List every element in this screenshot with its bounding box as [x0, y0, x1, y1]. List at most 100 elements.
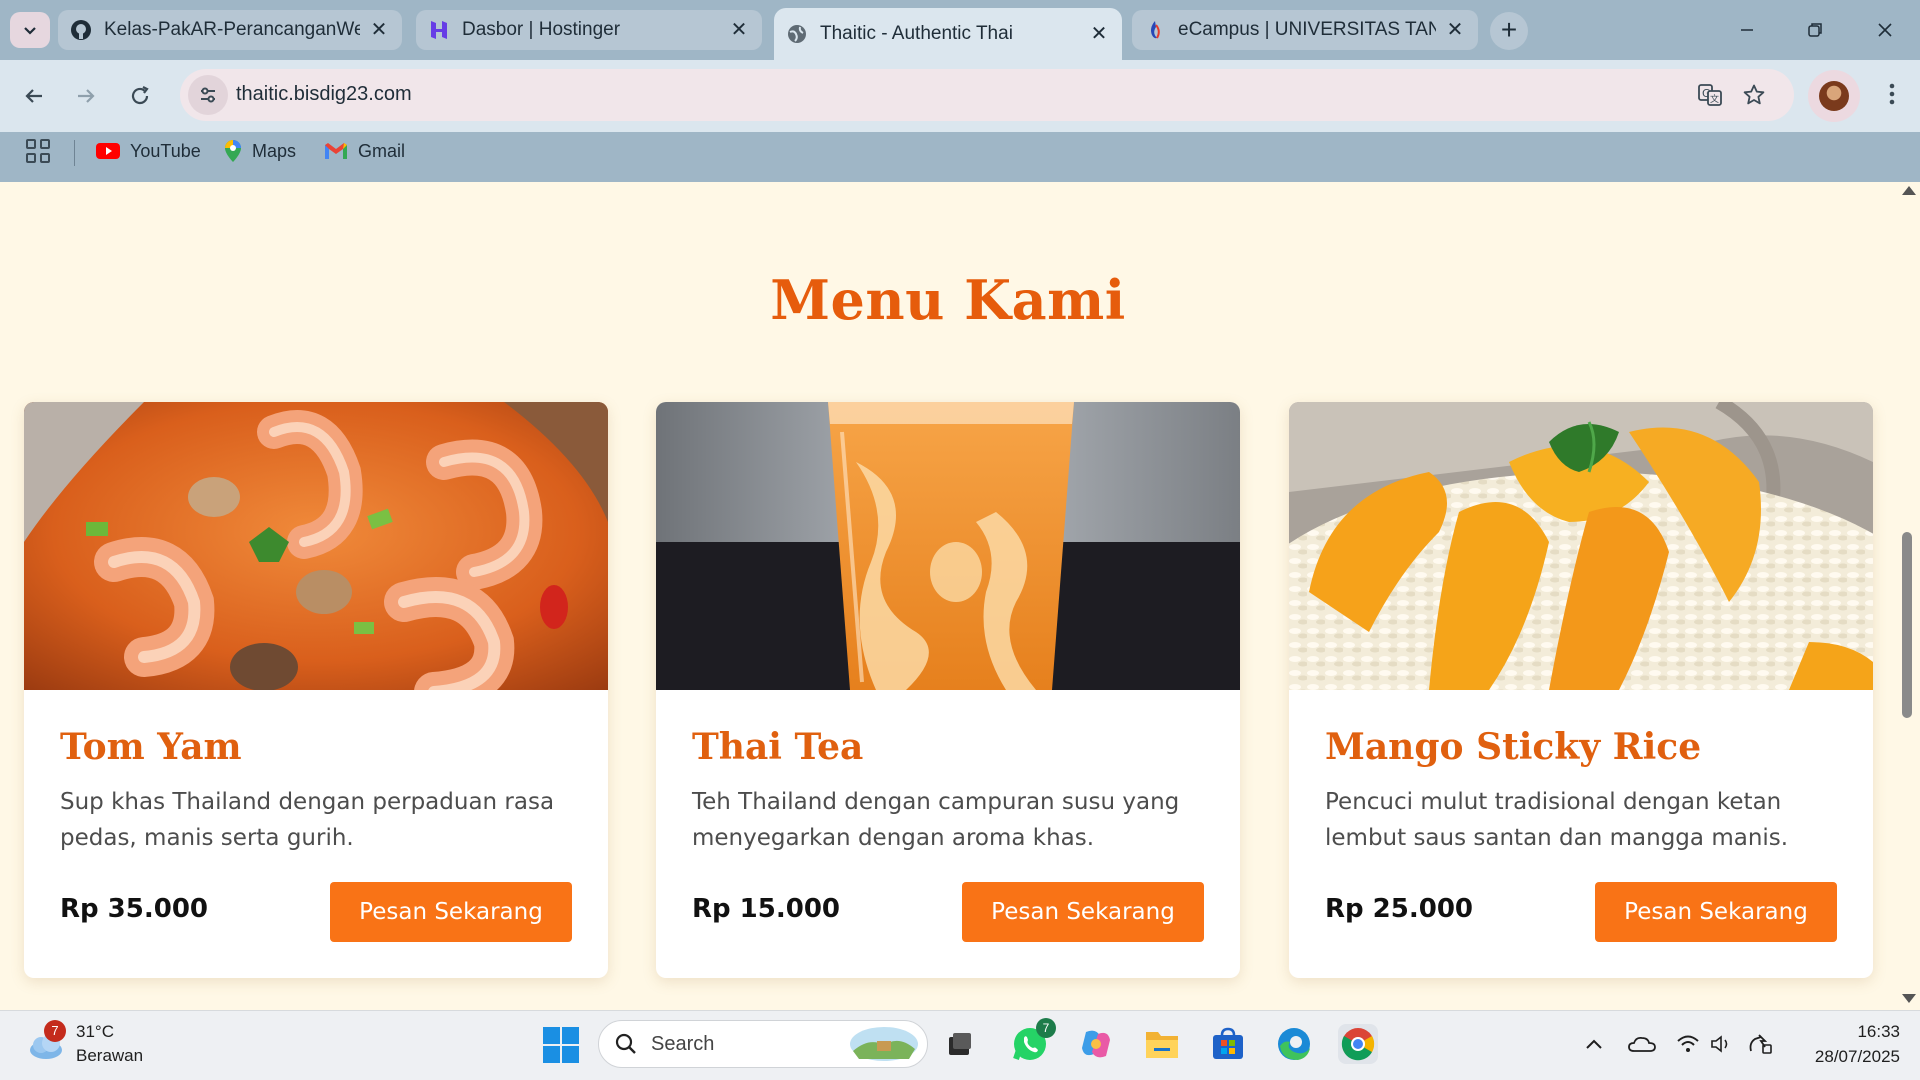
- menu-item-name: Tom Yam: [60, 726, 242, 768]
- weather-temp: 31°C: [76, 1022, 114, 1041]
- close-icon: [1878, 23, 1892, 37]
- scrollbar-thumb[interactable]: [1902, 532, 1912, 718]
- site-info-button[interactable]: [188, 75, 228, 115]
- ecampus-icon: [1144, 19, 1166, 41]
- order-button[interactable]: Pesan Sekarang: [962, 882, 1204, 942]
- menu-card-thai-tea: Thai Tea Teh Thailand dengan campuran su…: [656, 402, 1240, 978]
- page-content: Menu Kami Tom Yam Sup khas Thailand deng…: [0, 182, 1908, 1010]
- scroll-down-arrow[interactable]: [1902, 994, 1916, 1003]
- bookmark-star-icon[interactable]: [1738, 79, 1770, 111]
- thai-tea-photo: [656, 402, 1240, 690]
- tab-ecampus[interactable]: eCampus | UNIVERSITAS TANGE ✕: [1132, 10, 1478, 50]
- apps-grid-icon[interactable]: [26, 139, 50, 163]
- tab-search-button[interactable]: [10, 12, 50, 48]
- windows-start-icon[interactable]: [543, 1027, 579, 1063]
- menu-card-tom-yam: Tom Yam Sup khas Thailand dengan perpadu…: [24, 402, 608, 978]
- tab-github[interactable]: Kelas-PakAR-PerancanganWebD ✕: [58, 10, 402, 50]
- bookmark-youtube[interactable]: YouTube: [96, 136, 201, 166]
- arrow-left-icon: [25, 89, 42, 103]
- url-text[interactable]: thaitic.bisdig23.com: [236, 83, 412, 106]
- search-highlight-image: [850, 1027, 918, 1061]
- whatsapp-icon[interactable]: 7: [1010, 1018, 1056, 1064]
- weather-badge: 7: [44, 1020, 66, 1042]
- menu-card-mango-sticky-rice: Mango Sticky Rice Pencuci mulut tradisio…: [1289, 402, 1873, 978]
- tab-hostinger[interactable]: Dasbor | Hostinger ✕: [416, 10, 762, 50]
- youtube-icon: [96, 142, 120, 160]
- system-clock[interactable]: 16:33 28/07/2025: [1790, 1019, 1900, 1069]
- task-view-icon[interactable]: [940, 1024, 980, 1064]
- clock-time: 16:33: [1857, 1022, 1900, 1041]
- back-button[interactable]: [12, 74, 56, 118]
- tab-title: Dasbor | Hostinger: [462, 19, 621, 40]
- avatar: [1819, 81, 1849, 111]
- close-icon[interactable]: ✕: [1444, 19, 1466, 41]
- arrow-right-icon: [78, 89, 95, 103]
- close-icon[interactable]: ✕: [728, 19, 750, 41]
- menu-item-price: Rp 15.000: [692, 894, 841, 924]
- close-window-button[interactable]: [1862, 10, 1908, 50]
- chevron-down-icon: [24, 27, 36, 35]
- weather-condition: Berawan: [76, 1046, 144, 1065]
- address-bar[interactable]: thaitic.bisdig23.com G文: [180, 69, 1794, 121]
- file-explorer-icon[interactable]: [1142, 1024, 1182, 1064]
- gmail-icon: [324, 142, 348, 160]
- close-icon[interactable]: ✕: [1088, 23, 1110, 45]
- reload-button[interactable]: [118, 74, 162, 118]
- menu-item-description: Teh Thailand dengan campuran susu yang m…: [692, 789, 1180, 851]
- search-label: Search: [651, 1032, 715, 1055]
- cloud-icon: 7: [26, 1020, 66, 1064]
- mango-sticky-rice-photo: [1289, 402, 1873, 690]
- maps-icon: [224, 139, 242, 163]
- profile-button[interactable]: [1808, 70, 1860, 122]
- svg-text:文: 文: [1710, 93, 1719, 105]
- volume-icon[interactable]: [1708, 1030, 1736, 1058]
- hostinger-icon: [428, 19, 450, 41]
- browser-toolbar: thaitic.bisdig23.com G文: [0, 60, 1920, 132]
- tom-yam-photo: [24, 402, 608, 690]
- github-icon: [70, 19, 92, 41]
- minimize-button[interactable]: [1724, 10, 1770, 50]
- weather-widget[interactable]: 7 31°C Berawan: [26, 1020, 143, 1068]
- menu-item-description: Sup khas Thailand dengan perpaduan rasa …: [60, 789, 555, 851]
- taskbar-search[interactable]: Search: [598, 1020, 928, 1068]
- bookmarks-divider: [74, 140, 75, 166]
- restore-button[interactable]: [1792, 10, 1838, 50]
- bookmark-label: Maps: [252, 140, 297, 161]
- scroll-up-arrow[interactable]: [1902, 186, 1916, 195]
- search-icon: [615, 1033, 636, 1054]
- section-title: Menu Kami: [770, 268, 1126, 332]
- menu-item-price: Rp 35.000: [60, 894, 209, 924]
- tab-strip: Kelas-PakAR-PerancanganWebD ✕ Dasbor | H…: [0, 0, 1920, 60]
- menu-item-description: Pencuci mulut tradisional dengan ketan l…: [1325, 789, 1789, 851]
- microsoft-store-icon[interactable]: [1208, 1024, 1248, 1064]
- menu-item-price: Rp 25.000: [1325, 894, 1474, 924]
- restore-icon: [1808, 23, 1822, 37]
- browser-menu-button[interactable]: [1872, 76, 1912, 116]
- new-tab-button[interactable]: +: [1490, 12, 1528, 50]
- tune-icon: [201, 87, 215, 103]
- forward-button[interactable]: [64, 74, 108, 118]
- close-icon[interactable]: ✕: [368, 19, 390, 41]
- globe-icon: [786, 23, 808, 45]
- chevron-up-icon[interactable]: [1580, 1030, 1608, 1058]
- bookmark-label: YouTube: [130, 140, 201, 161]
- menu-item-name: Mango Sticky Rice: [1325, 726, 1702, 768]
- tab-thaitic[interactable]: Thaitic - Authentic Thai ✕: [774, 8, 1122, 60]
- onedrive-icon[interactable]: [1628, 1030, 1656, 1058]
- whatsapp-badge: 7: [1036, 1018, 1056, 1038]
- tab-title: eCampus | UNIVERSITAS TANGE: [1178, 19, 1436, 40]
- chrome-icon[interactable]: [1338, 1024, 1378, 1064]
- bookmark-gmail[interactable]: Gmail: [324, 136, 405, 166]
- copilot-icon[interactable]: [1076, 1024, 1116, 1064]
- bookmark-maps[interactable]: Maps: [224, 136, 296, 166]
- order-button[interactable]: Pesan Sekarang: [330, 882, 572, 942]
- translate-icon[interactable]: G文: [1694, 79, 1726, 111]
- edge-icon[interactable]: [1274, 1024, 1314, 1064]
- tab-title: Thaitic - Authentic Thai: [820, 23, 1013, 44]
- battery-charging-icon[interactable]: [1746, 1030, 1774, 1058]
- wifi-icon[interactable]: [1674, 1030, 1702, 1058]
- bookmark-label: Gmail: [358, 140, 406, 161]
- minimize-icon: [1741, 29, 1753, 31]
- more-vertical-icon: [1889, 83, 1895, 105]
- order-button[interactable]: Pesan Sekarang: [1595, 882, 1837, 942]
